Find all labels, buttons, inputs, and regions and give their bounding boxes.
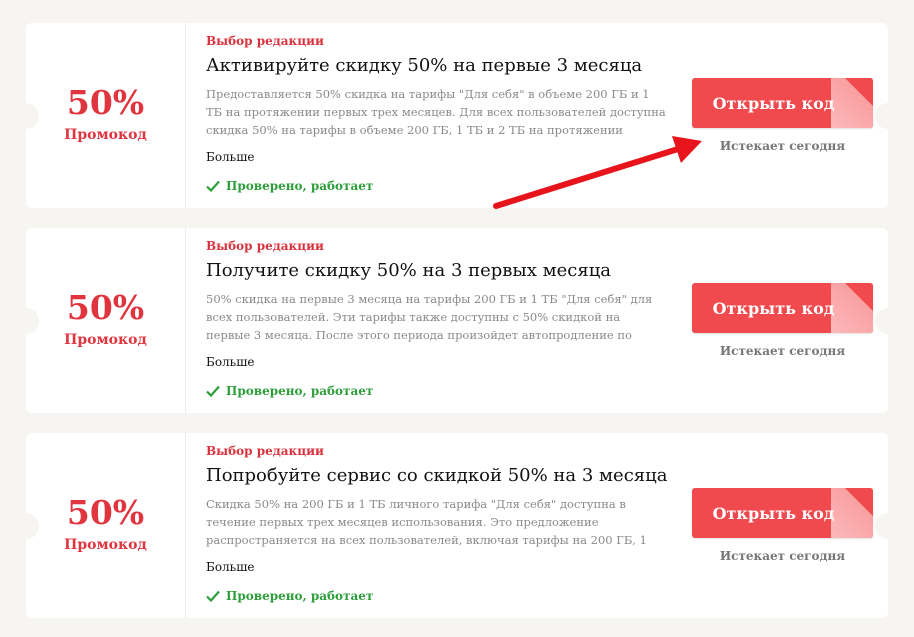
verified-status: Проверено, работает (206, 384, 373, 398)
more-link[interactable]: Больше (206, 355, 254, 369)
offer-title[interactable]: Активируйте скидку 50% на первые 3 месяц… (206, 54, 642, 78)
offer-description: Скидка 50% на 200 ГБ и 1 ТБ личного тари… (206, 497, 647, 547)
expires-label: Истекает сегодня (719, 549, 846, 563)
discount-panel: 50% Промокод (26, 433, 186, 618)
offer-title[interactable]: Попробуйте сервис со скидкой 50% на 3 ме… (206, 464, 667, 488)
open-code-label: Открыть код (712, 503, 835, 523)
expires-label: Истекает сегодня (719, 344, 846, 358)
offer-description: Предоставляется 50% скидка на тарифы "Дл… (206, 87, 666, 137)
ticket-notch (875, 512, 901, 539)
button-corner-fold (831, 283, 873, 333)
more-link[interactable]: Больше (206, 560, 254, 574)
more-link[interactable]: Больше (206, 150, 254, 164)
discount-percent: 50% (66, 288, 145, 327)
discount-percent: 50% (66, 493, 145, 532)
open-code-button[interactable]: Открыть код (692, 488, 873, 538)
open-code-label: Открыть код (712, 93, 835, 113)
offer-description: 50% скидка на первые 3 месяца на тарифы … (206, 292, 653, 342)
check-icon (206, 180, 220, 192)
ticket-notch (875, 307, 901, 334)
editor-choice-label: Выбор редакции (206, 239, 324, 253)
editor-choice-label: Выбор редакции (206, 444, 324, 458)
discount-panel: 50% Промокод (26, 228, 186, 413)
open-code-label: Открыть код (712, 298, 835, 318)
ticket-notch (875, 102, 901, 129)
verified-status: Проверено, работает (206, 589, 373, 603)
offer-card: 50% Промокод Выбор редакции Получите ски… (13, 228, 901, 413)
button-corner-fold (831, 488, 873, 538)
open-code-button[interactable]: Открыть код (692, 78, 873, 128)
verified-label: Проверено, работает (226, 179, 374, 193)
check-icon (206, 385, 220, 397)
discount-percent: 50% (66, 83, 145, 122)
verified-label: Проверено, работает (226, 589, 374, 603)
open-code-button[interactable]: Открыть код (692, 283, 873, 333)
offer-type: Промокод (64, 537, 147, 553)
verified-status: Проверено, работает (206, 179, 373, 193)
button-corner-fold (831, 78, 873, 128)
expires-label: Истекает сегодня (719, 139, 846, 153)
offer-type: Промокод (64, 332, 147, 348)
discount-panel: 50% Промокод (26, 23, 186, 208)
offer-title[interactable]: Получите скидку 50% на 3 первых месяца (206, 259, 611, 283)
editor-choice-label: Выбор редакции (206, 34, 324, 48)
offer-card: 50% Промокод Выбор редакции Активируйте … (13, 23, 901, 208)
offer-card: 50% Промокод Выбор редакции Попробуйте с… (13, 433, 901, 618)
verified-label: Проверено, работает (226, 384, 374, 398)
offer-type: Промокод (64, 127, 147, 143)
check-icon (206, 590, 220, 602)
